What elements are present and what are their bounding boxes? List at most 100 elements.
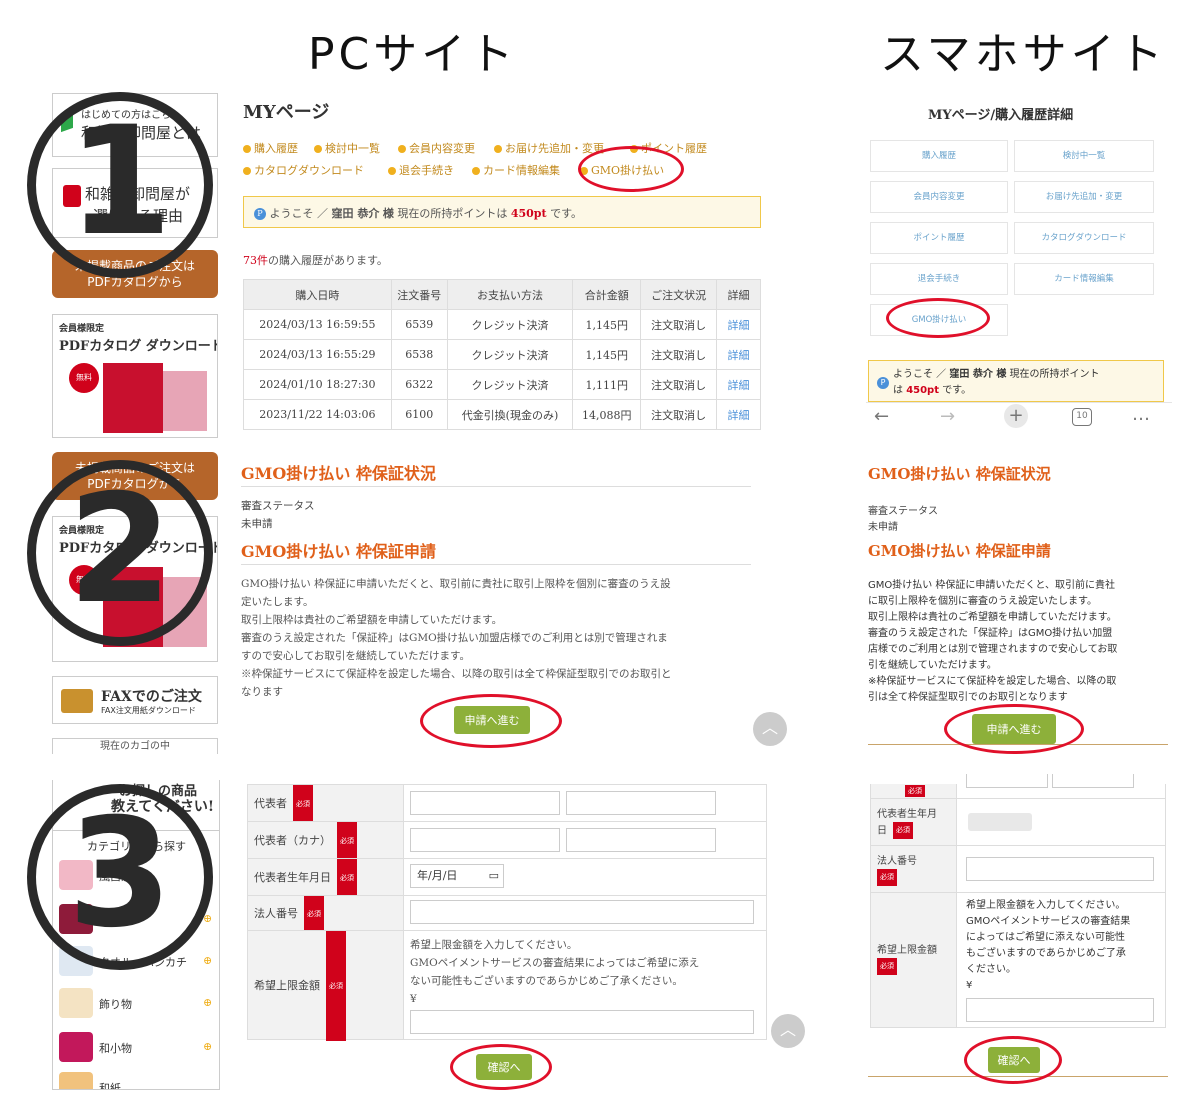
- rep-kana-label: 代表者（カナ） 必須: [248, 822, 404, 860]
- sp-status-value: 未申請: [868, 522, 898, 533]
- scroll-top-icon-2[interactable]: ︿: [771, 1014, 805, 1048]
- category-thumb: [59, 1032, 93, 1062]
- rep-kana-last-input[interactable]: [410, 828, 560, 852]
- rep-label: 代表者 必須: [248, 785, 404, 823]
- sp-menu-withdraw[interactable]: 退会手続き: [870, 263, 1008, 295]
- sp-birth-date-input[interactable]: [968, 813, 1032, 831]
- detail-link[interactable]: 詳細: [716, 369, 761, 400]
- tab-purchase-history[interactable]: 購入履歴: [243, 140, 298, 156]
- new-tab-icon[interactable]: +: [1004, 404, 1028, 428]
- rep-birth-date-input[interactable]: 年/月/日 ▭: [410, 864, 504, 888]
- sp-menu-delivery[interactable]: お届け先追加・変更: [1014, 181, 1154, 213]
- gmo-status-title: GMO掛け払い 枠保証状況: [241, 464, 436, 483]
- limit-note: 希望上限金額を入力してください。 GMOペイメントサービスの審査結果によってはご…: [410, 939, 700, 1005]
- scroll-top-icon[interactable]: ︿: [753, 712, 787, 746]
- table-row: 2023/11/22 14:03:06 6100 代金引換(現金のみ) 14,088円…: [243, 399, 761, 430]
- table-row: 2024/01/10 18:27:30 6322 クレジット決済 1,111円 注文取消…: [243, 369, 761, 400]
- gmo-apply-title: GMO掛け払い 枠保証申請: [241, 542, 436, 561]
- sp-menu-gmo[interactable]: GMO掛け払い: [870, 304, 1008, 336]
- col-header: 詳細: [716, 279, 761, 310]
- catalog-image-2: [163, 371, 207, 431]
- step-number-1: 1: [27, 92, 213, 278]
- welcome-box: P ようこそ ／ 窪田 恭介 様 現在の所持ポイントは 450pt です。: [243, 196, 761, 228]
- purchase-history-table: 購入日時 注文番号 お支払い方法 合計金額 ご注文状況 詳細 2024/03/1…: [243, 279, 761, 430]
- sp-confirm-button[interactable]: 確認へ: [988, 1047, 1040, 1073]
- category-item[interactable]: 飾り物: [99, 996, 132, 1012]
- detail-link[interactable]: 詳細: [716, 339, 761, 370]
- step-number-2: 2: [27, 460, 213, 646]
- forward-arrow-icon[interactable]: →: [940, 406, 955, 427]
- cart-status[interactable]: 現在のカゴの中: [52, 738, 218, 754]
- rep-last-name-input[interactable]: [410, 791, 560, 815]
- point-icon: P: [254, 208, 266, 220]
- tab-catalog-download[interactable]: カタログダウンロード: [243, 162, 364, 178]
- sp-apply-button[interactable]: 申請へ進む: [972, 714, 1056, 744]
- limit-label: 希望上限金額 必須: [248, 931, 404, 1041]
- category-thumb: [59, 1072, 93, 1089]
- sp-menu-catalog[interactable]: カタログダウンロード: [1014, 222, 1154, 254]
- tab-count-icon[interactable]: 10: [1072, 408, 1092, 426]
- sp-menu-purchase-history[interactable]: 購入履歴: [870, 140, 1008, 172]
- rep-first-name-input[interactable]: [566, 791, 716, 815]
- free-badge: 無料: [69, 363, 99, 393]
- fax-icon: [61, 689, 93, 713]
- member-only-label: 会員様限定: [59, 324, 105, 334]
- category-thumb: [59, 988, 93, 1018]
- sp-site-heading: スマホサイト: [880, 29, 1167, 80]
- calendar-icon: ▭: [488, 869, 499, 882]
- limit-amount-input[interactable]: [410, 1010, 754, 1034]
- pdf-download-banner[interactable]: 会員様限定 PDFカタログ ダウンロード 無料: [52, 314, 218, 438]
- tab-consideration-list[interactable]: 検討中一覧: [314, 140, 380, 156]
- sp-gmo-description: GMO掛け払い 枠保証に申請いただくと、取引前に貴社 に取引上限枠を個別に審査の…: [868, 580, 1118, 703]
- sp-menu-consideration[interactable]: 検討中一覧: [1014, 140, 1154, 172]
- tab-gmo-payment[interactable]: GMO掛け払い: [580, 162, 664, 178]
- point-icon: P: [877, 377, 889, 389]
- corp-no-input[interactable]: [410, 900, 754, 924]
- col-header: 合計金額: [572, 279, 642, 310]
- sp-status-label: 審査ステータス: [868, 506, 938, 517]
- sp-welcome-box: P ようこそ ／ 窪田 恭介 様 現在の所持ポイント は 450pt です。: [868, 360, 1164, 402]
- category-item[interactable]: 和紙: [99, 1080, 121, 1089]
- pdf-title: PDFカタログ ダウンロード: [59, 339, 218, 354]
- sp-limit-amount-input[interactable]: [966, 998, 1154, 1022]
- sp-menu-points[interactable]: ポイント履歴: [870, 222, 1008, 254]
- tab-point-history[interactable]: ポイント履歴: [630, 140, 707, 156]
- points-value: 450pt: [510, 207, 547, 220]
- history-count: 73件の購入履歴があります。: [243, 254, 388, 267]
- sp-rep-birth-label: 代表者生年月日必須: [871, 799, 957, 845]
- sp-menu-card-info[interactable]: カード情報編集: [1014, 263, 1154, 295]
- sp-gmo-apply-title: GMO掛け払い 枠保証申請: [868, 542, 1051, 560]
- detail-link[interactable]: 詳細: [716, 399, 761, 430]
- tab-card-info[interactable]: カード情報編集: [472, 162, 560, 178]
- back-arrow-icon[interactable]: ←: [874, 406, 889, 427]
- sp-gmo-status-title: GMO掛け払い 枠保証状況: [868, 465, 1051, 483]
- chevron-right-icon: ⊕: [203, 1040, 213, 1053]
- col-header: 注文番号: [390, 279, 448, 310]
- sp-menu-member-info[interactable]: 会員内容変更: [870, 181, 1008, 213]
- tab-delivery-address[interactable]: お届け先追加・変更: [494, 140, 604, 156]
- rep-birth-label: 代表者生年月日 必須: [248, 859, 404, 897]
- status-value: 未申請: [241, 518, 273, 530]
- rep-kana-first-input[interactable]: [566, 828, 716, 852]
- catalog-image: [103, 363, 163, 433]
- tab-withdraw[interactable]: 退会手続き: [388, 162, 454, 178]
- more-menu-icon[interactable]: …: [1132, 404, 1150, 425]
- table-row: 2024/03/13 16:59:55 6539 クレジット決済 1,145円 注文取消…: [243, 309, 761, 340]
- status-label: 審査ステータス: [241, 500, 315, 512]
- col-header: 購入日時: [243, 279, 392, 310]
- sp-limit-label: 希望上限金額 必須: [871, 893, 957, 1027]
- divider: [241, 486, 751, 487]
- sp-corp-no-label: 法人番号 必須: [871, 846, 957, 892]
- detail-link[interactable]: 詳細: [716, 309, 761, 340]
- divider: [241, 564, 751, 565]
- table-header-row: 購入日時 注文番号 お支払い方法 合計金額 ご注文状況 詳細: [243, 279, 761, 310]
- confirm-button[interactable]: 確認へ: [476, 1054, 532, 1080]
- fax-title: FAXでのご注文: [101, 689, 202, 705]
- category-item[interactable]: 和小物: [99, 1040, 132, 1056]
- apply-button[interactable]: 申請へ進む: [454, 706, 530, 734]
- fax-order-banner[interactable]: FAXでのご注文 FAX注文用紙ダウンロード: [52, 676, 218, 724]
- pc-site-heading: PCサイト: [308, 29, 518, 80]
- col-header: お支払い方法: [446, 279, 574, 310]
- sp-corp-no-input[interactable]: [966, 857, 1154, 881]
- tab-member-info-change[interactable]: 会員内容変更: [398, 140, 475, 156]
